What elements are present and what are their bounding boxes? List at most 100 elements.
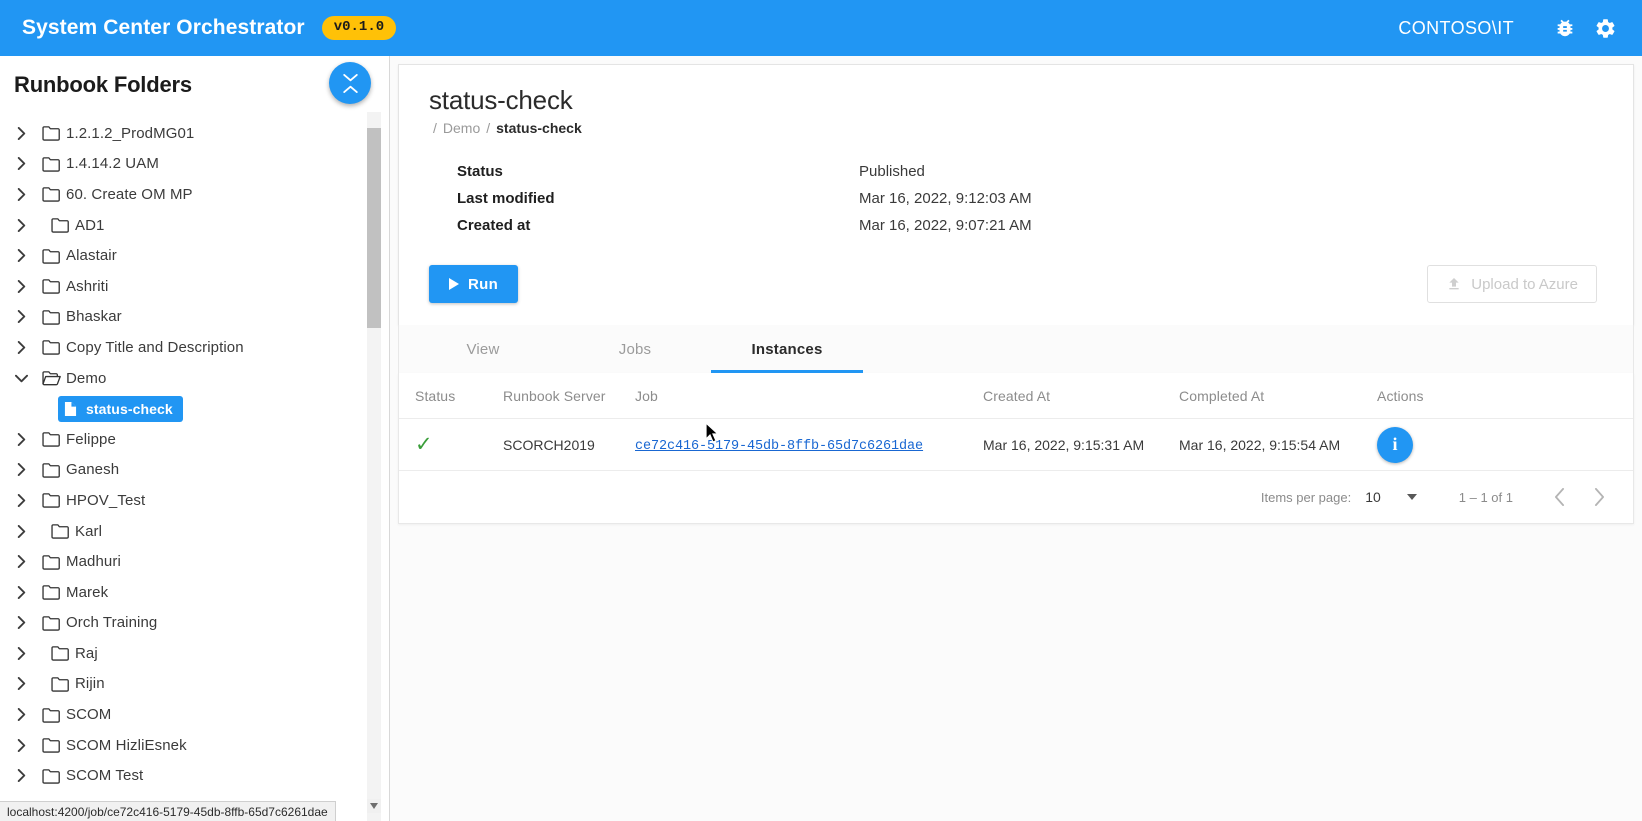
folder-item-label: Karl <box>75 522 103 540</box>
chevron-right-icon[interactable] <box>10 336 32 358</box>
upload-icon <box>1446 276 1462 292</box>
current-user-label: CONTOSO\IT <box>1398 17 1514 38</box>
folder-icon <box>49 673 71 695</box>
folder-icon <box>40 245 62 267</box>
column-header-actions: Actions <box>1377 387 1424 404</box>
tab-jobs[interactable]: Jobs <box>559 325 711 373</box>
folder-item-label: AD1 <box>75 216 105 234</box>
previous-page-button[interactable] <box>1539 477 1579 517</box>
runbook-chip: status-check <box>58 395 183 422</box>
column-header-status: Status <box>415 387 456 404</box>
folder-icon <box>40 306 62 328</box>
chevron-right-icon[interactable] <box>10 734 32 756</box>
folder-item-Bhaskar[interactable]: Bhaskar <box>0 302 389 333</box>
folder-item-Demo[interactable]: Demo <box>0 363 389 394</box>
runbook-folder-tree[interactable]: 1.2.1.2_ProdMG01 1.4.14.2 UAM 60. Create O… <box>0 114 389 821</box>
folder-item-Orch Training[interactable]: Orch Training <box>0 608 389 639</box>
expand-collapse-toggle-button[interactable] <box>329 62 371 104</box>
status-bar-url: localhost:4200/job/ce72c416-5179-45db-8f… <box>7 804 328 819</box>
chevron-right-icon[interactable] <box>10 275 32 297</box>
chevron-right-icon[interactable] <box>10 765 32 787</box>
chevron-right-icon[interactable] <box>10 183 32 205</box>
folder-icon <box>40 704 62 726</box>
runbook-detail-card: status-check / Demo / status-check Statu… <box>398 64 1634 325</box>
folder-item-Ganesh[interactable]: Ganesh <box>0 455 389 486</box>
metadata-value: Published <box>859 163 925 180</box>
job-link[interactable]: ce72c416-5179-45db-8ffb-65d7c6261dae <box>635 439 923 454</box>
upload-button-label: Upload to Azure <box>1471 275 1578 293</box>
folder-item-Alastair[interactable]: Alastair <box>0 240 389 271</box>
folder-icon <box>40 183 62 205</box>
chevron-right-icon[interactable] <box>10 581 32 603</box>
folder-item-label: Copy Title and Description <box>66 338 244 356</box>
folder-item-Marek[interactable]: Marek <box>0 577 389 608</box>
chevron-right-icon[interactable] <box>10 551 32 573</box>
chevron-right-icon[interactable] <box>10 673 32 695</box>
breadcrumb-parent[interactable]: Demo <box>443 120 480 136</box>
folder-item-Ashriti[interactable]: Ashriti <box>0 271 389 302</box>
folder-item-Raj[interactable]: Raj <box>0 638 389 669</box>
sidebar-scrollbar-thumb[interactable] <box>367 128 381 328</box>
folder-icon <box>40 765 62 787</box>
folder-item-Karl[interactable]: Karl <box>0 516 389 547</box>
play-icon <box>449 278 459 290</box>
status-success-icon: ✓ <box>415 433 433 456</box>
info-icon-button[interactable]: i <box>1377 426 1413 463</box>
column-header-job: Job <box>635 387 658 404</box>
tab-view[interactable]: View <box>407 325 559 373</box>
chevron-right-icon[interactable] <box>10 489 32 511</box>
run-button-label: Run <box>468 275 499 293</box>
runbook-item-status-check[interactable]: status-check <box>0 393 389 424</box>
chevron-right-icon[interactable] <box>10 153 32 175</box>
folder-item-SCOM Test[interactable]: SCOM Test <box>0 760 389 791</box>
folder-item-1.4.14.2 UAM[interactable]: 1.4.14.2 UAM <box>0 149 389 180</box>
chevron-right-icon[interactable] <box>10 459 32 481</box>
chevron-right-icon[interactable] <box>10 704 32 726</box>
gear-icon[interactable] <box>1590 13 1620 43</box>
metadata-row: Created at Mar 16, 2022, 9:07:21 AM <box>457 212 1611 239</box>
chevron-right-icon[interactable] <box>10 214 32 236</box>
items-per-page-select[interactable]: 10 <box>1361 489 1421 505</box>
bug-icon[interactable] <box>1550 13 1580 43</box>
chevron-right-icon[interactable] <box>10 612 32 634</box>
folder-item-label: Bhaskar <box>66 308 122 326</box>
tab-instances[interactable]: Instances <box>711 325 863 373</box>
folder-item-label: Felippe <box>66 430 116 448</box>
folder-item-Felippe[interactable]: Felippe <box>0 424 389 455</box>
chevron-right-icon[interactable] <box>10 642 32 664</box>
folder-item-SCOM[interactable]: SCOM <box>0 699 389 730</box>
folder-icon <box>40 275 62 297</box>
chevron-right-icon[interactable] <box>10 428 32 450</box>
sidebar-scroll-down[interactable] <box>367 799 381 813</box>
folder-item-AD1[interactable]: AD1 <box>0 210 389 241</box>
folder-icon <box>40 734 62 756</box>
metadata-key: Status <box>457 163 503 180</box>
folder-item-Rijin[interactable]: Rijin <box>0 669 389 700</box>
folder-item-label: 1.4.14.2 UAM <box>66 155 159 173</box>
folder-item-label: Orch Training <box>66 614 158 632</box>
chevron-right-icon[interactable] <box>10 245 32 267</box>
folder-item-Madhuri[interactable]: Madhuri <box>0 546 389 577</box>
folder-icon <box>40 581 62 603</box>
chevron-right-icon[interactable] <box>10 520 32 542</box>
column-header-created-at: Created At <box>983 387 1051 404</box>
folder-item-60. Create OM MP[interactable]: 60. Create OM MP <box>0 179 389 210</box>
folder-item-Copy Title and Description[interactable]: Copy Title and Description <box>0 332 389 363</box>
folder-item-SCOM HizliEsnek[interactable]: SCOM HizliEsnek <box>0 730 389 761</box>
folder-item-label: SCOM HizliEsnek <box>66 736 187 754</box>
chevron-down-icon <box>1406 494 1417 500</box>
tab-list[interactable]: View Jobs Instances <box>399 325 1633 373</box>
folder-item-label: Raj <box>75 644 98 662</box>
chevron-down-icon[interactable] <box>10 367 32 389</box>
folder-item-label: Ganesh <box>66 461 120 479</box>
folder-icon <box>40 336 62 358</box>
folder-item-label: Ashriti <box>66 277 109 295</box>
chevron-right-icon[interactable] <box>10 306 32 328</box>
folder-item-HPOV_Test[interactable]: HPOV_Test <box>0 485 389 516</box>
folder-item-1.2.1.2_ProdMG01[interactable]: 1.2.1.2_ProdMG01 <box>0 118 389 149</box>
upload-to-azure-button[interactable]: Upload to Azure <box>1427 265 1597 303</box>
run-button[interactable]: Run <box>429 265 519 303</box>
folder-item-label: SCOM Test <box>66 767 144 785</box>
chevron-right-icon[interactable] <box>10 122 32 144</box>
next-page-button[interactable] <box>1579 477 1619 517</box>
